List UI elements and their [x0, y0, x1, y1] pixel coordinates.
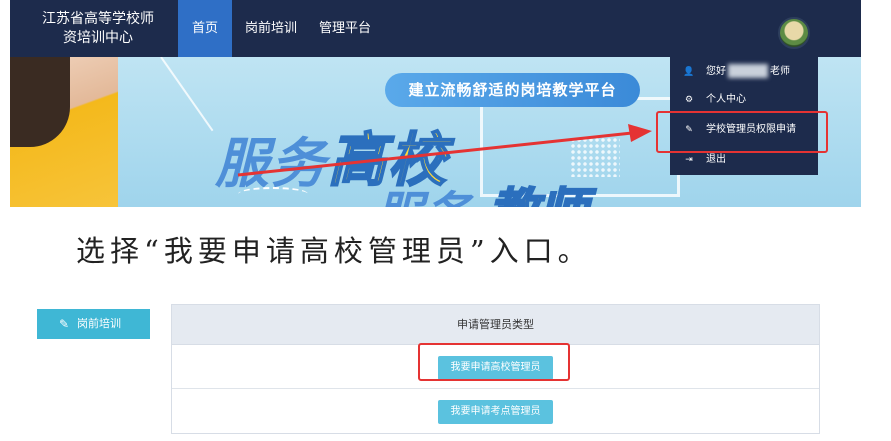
annotation-arrow-head — [628, 124, 652, 142]
page-root: 江苏省高等学校师资培训中心 首页 岗前培训 管理平台 建立流畅舒适的岗培教学平台… — [0, 0, 891, 441]
annotation-arrow — [237, 124, 652, 177]
annotation-arrow-line — [237, 131, 633, 177]
